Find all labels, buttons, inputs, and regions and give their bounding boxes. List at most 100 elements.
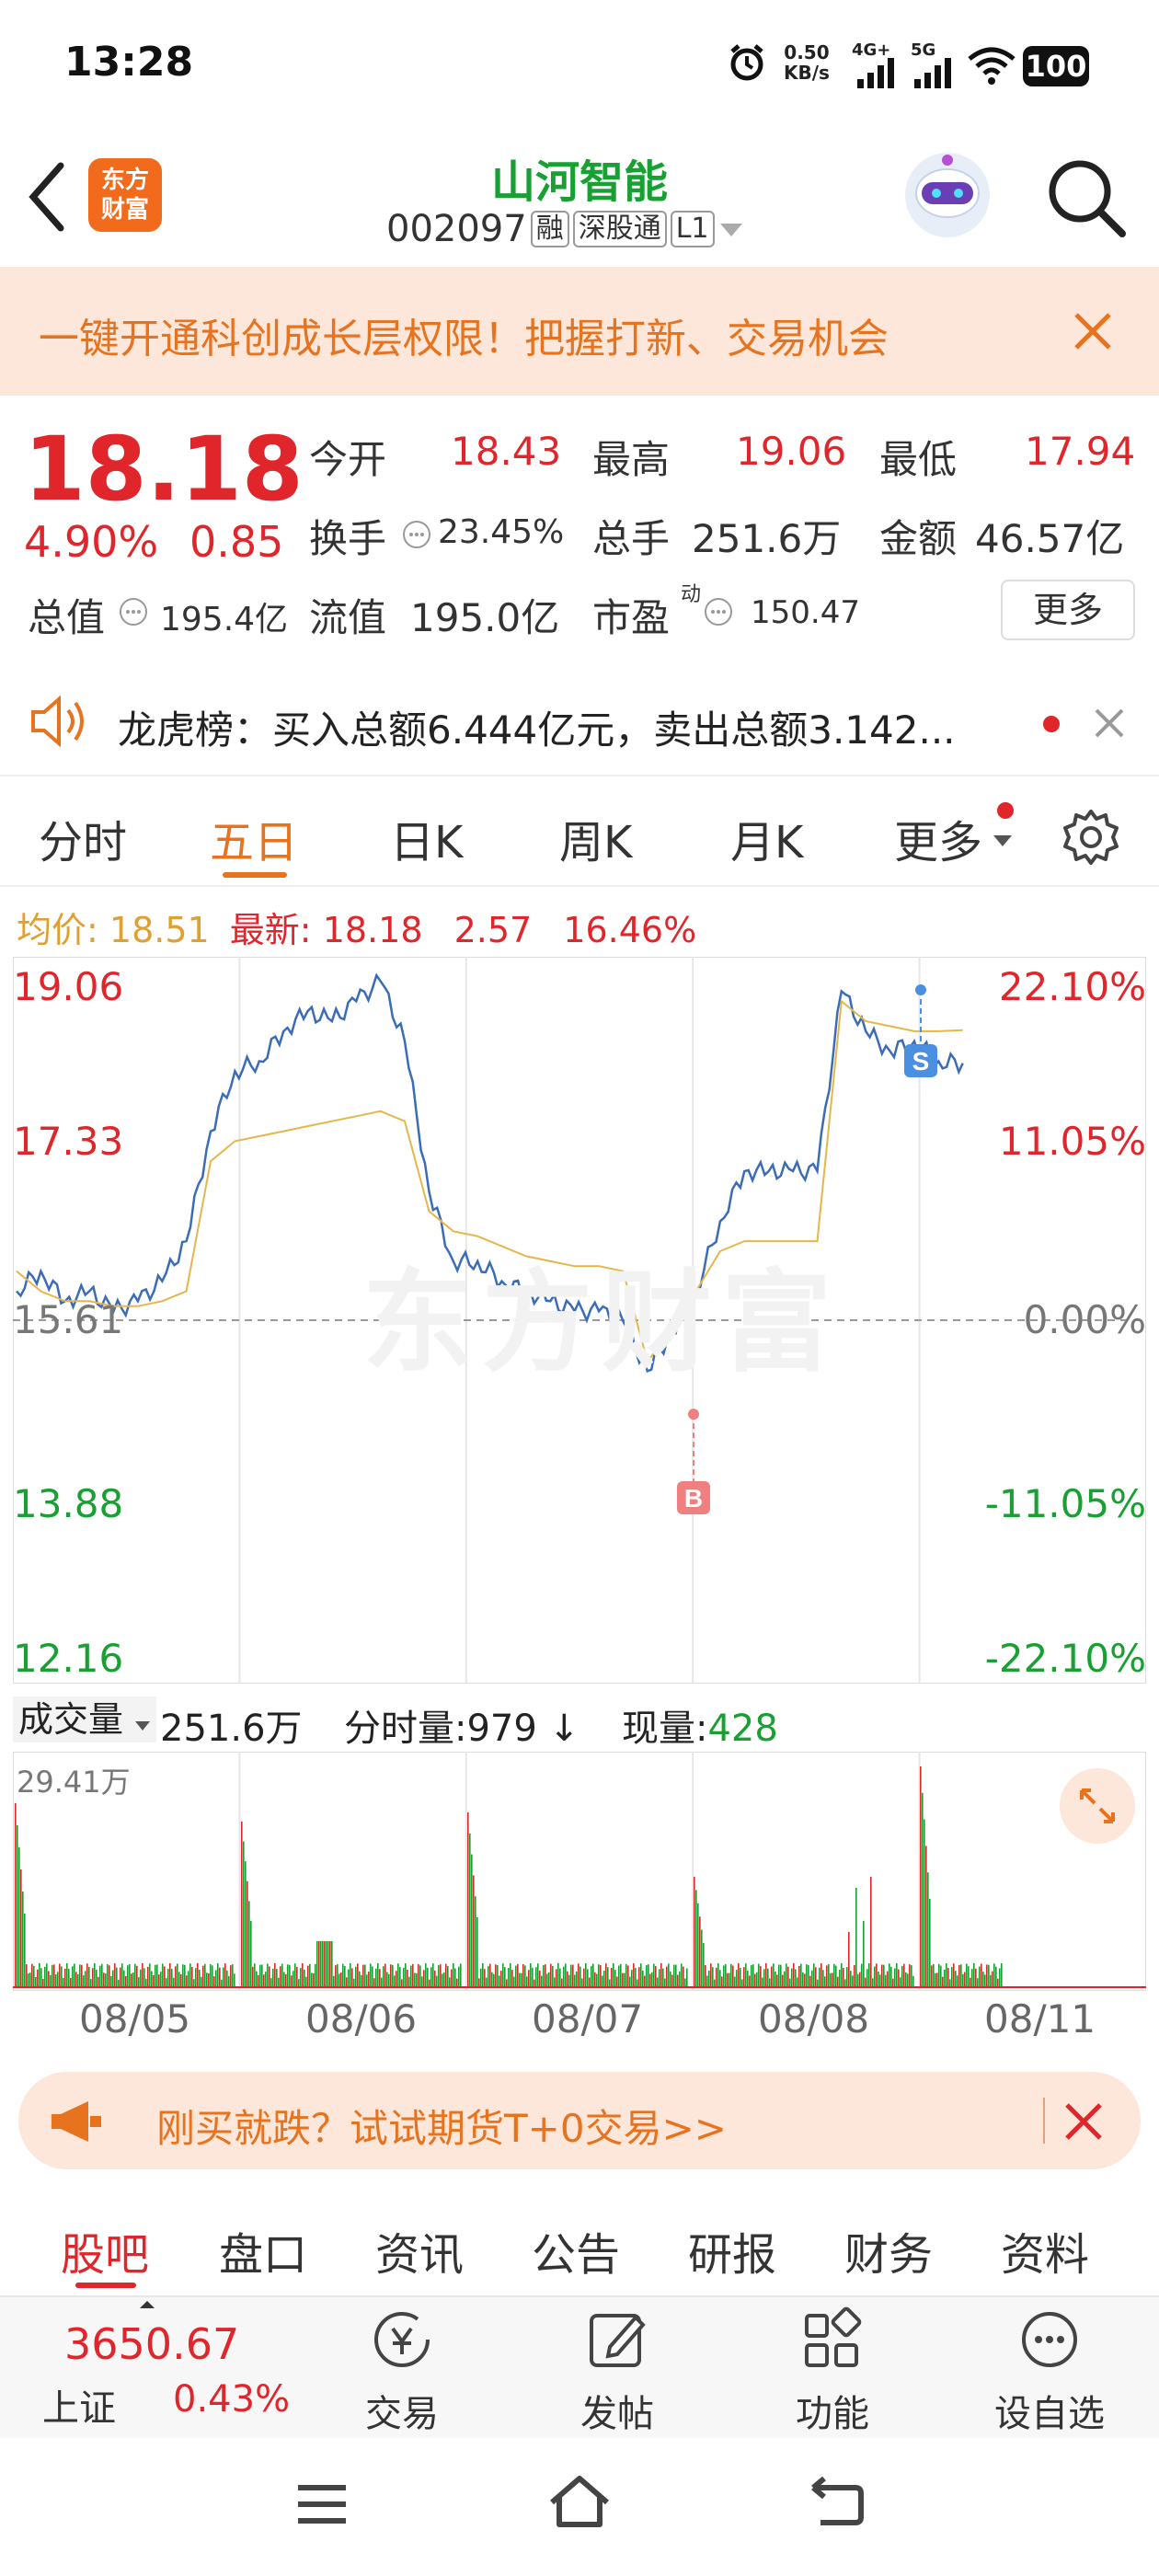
search-icon[interactable] — [1045, 156, 1128, 239]
function-button[interactable]: 功能 — [763, 2305, 901, 2437]
volume-select[interactable]: 成交量 — [13, 1696, 157, 1742]
volume-bar — [896, 1963, 898, 1987]
volume-chart[interactable]: 29.41万 — [13, 1752, 1146, 1991]
home-icon[interactable] — [546, 2471, 613, 2532]
volume-bar — [199, 1969, 201, 1987]
trade-button[interactable]: 交易 — [333, 2305, 471, 2437]
close-icon[interactable] — [1073, 311, 1113, 351]
volume-bar — [425, 1963, 427, 1987]
volume-bar — [778, 1964, 780, 1987]
close-icon[interactable] — [1063, 2101, 1104, 2142]
volume-bar — [745, 1963, 747, 1987]
last-label: 最新: — [229, 910, 312, 950]
post-button[interactable]: 发帖 — [548, 2305, 686, 2437]
volume-bar — [909, 1964, 911, 1987]
tab-news[interactable]: 资讯 — [375, 2218, 464, 2283]
dragon-tiger-notice[interactable]: 龙虎榜：买入总额6.444亿元，卖出总额3.142... — [0, 672, 1159, 773]
robot-assistant-icon[interactable] — [901, 149, 993, 241]
tab-announcements[interactable]: 公告 — [532, 2218, 620, 2283]
volume-bar — [158, 1974, 160, 1987]
settings-gear-icon[interactable] — [1061, 808, 1120, 867]
volume-bar — [118, 1979, 120, 1987]
pe-label: 市盈 — [592, 595, 671, 640]
tab-weekly-k[interactable]: 周K — [559, 806, 632, 870]
index-value[interactable]: 3650.67 — [64, 2319, 239, 2369]
volume-bar — [859, 1972, 861, 1987]
volume-bar — [44, 1966, 46, 1987]
volume-bar — [826, 1965, 828, 1987]
volume-bar — [717, 1963, 719, 1987]
volume-bar — [981, 1963, 982, 1987]
tab-orderbook[interactable]: 盘口 — [219, 2218, 307, 2283]
volume-bar — [732, 1965, 734, 1987]
tab-monthly-k[interactable]: 月K — [730, 806, 803, 870]
tab-more[interactable]: 更多 — [894, 806, 982, 870]
tab-forum[interactable]: 股吧 — [61, 2218, 149, 2283]
amount-label: 金额 — [879, 516, 958, 561]
volume-bar — [743, 1967, 745, 1987]
tab-intraday[interactable]: 分时 — [39, 806, 127, 870]
volume-bar — [684, 1978, 686, 1987]
volume-bar — [922, 1792, 924, 1987]
tab-finance[interactable]: 财务 — [844, 2218, 933, 2283]
volume-bar — [184, 1964, 186, 1987]
volume-bar — [738, 1963, 740, 1987]
volume-bar — [357, 1963, 359, 1987]
volume-bar — [668, 1963, 670, 1987]
volume-bar — [835, 1965, 837, 1987]
close-icon[interactable] — [1093, 707, 1126, 740]
volume-bar — [971, 1969, 973, 1987]
add-watchlist-button[interactable]: 设自选 — [981, 2305, 1119, 2437]
change-pct-value: 16.46% — [563, 910, 697, 950]
volume-bar — [438, 1965, 440, 1987]
promo-banner[interactable]: 一键开通科创成长层权限！把握打新、交易机会 — [0, 267, 1159, 396]
info-icon[interactable] — [401, 519, 432, 550]
volume-bar — [261, 1964, 263, 1987]
volume-bar — [664, 1978, 666, 1987]
volume-chart-svg — [13, 1752, 1146, 1991]
index-pct[interactable]: 0.43% — [173, 2378, 290, 2421]
volume-bar — [580, 1966, 581, 1987]
volume-bar — [320, 1941, 322, 1987]
volume-bar — [232, 1964, 234, 1987]
volume-bar — [804, 1973, 806, 1987]
volume-bar — [458, 1966, 460, 1987]
volume-bar — [212, 1965, 213, 1987]
volume-bar — [469, 1833, 471, 1987]
index-name[interactable]: 上证 — [42, 2378, 116, 2432]
tab-profile[interactable]: 资料 — [1001, 2218, 1089, 2283]
volume-bar — [421, 1976, 423, 1987]
tab-research[interactable]: 研报 — [688, 2218, 776, 2283]
volume-bar — [361, 1974, 362, 1987]
volume-bar — [326, 1941, 327, 1987]
more-button[interactable]: 更多 — [1001, 580, 1135, 640]
volume-bar — [808, 1965, 809, 1987]
volume-bar — [88, 1966, 90, 1987]
volume-bar — [322, 1941, 324, 1987]
volume-bar — [872, 1978, 874, 1987]
volume-label: 成交量 — [18, 1699, 124, 1740]
five-day-chart[interactable]: B S 东方财富 19.06 17.33 15.61 13.88 12.16 22… — [13, 957, 1146, 1684]
pe-value: 150.47 — [751, 594, 860, 631]
tab-daily-k[interactable]: 日K — [390, 806, 463, 870]
tab-five-day[interactable]: 五日 — [210, 806, 298, 870]
volume-bar — [59, 1963, 61, 1987]
back-nav-icon[interactable] — [808, 2475, 866, 2530]
divider — [0, 885, 1159, 887]
volume-bar — [250, 1921, 252, 1987]
volume-bar — [94, 1963, 96, 1987]
volume-bar — [730, 1963, 732, 1987]
volume-bar — [637, 1979, 638, 1987]
menu-icon[interactable] — [293, 2478, 351, 2530]
volume-bar — [85, 1971, 86, 1987]
info-icon[interactable] — [703, 596, 734, 627]
volume-bar — [17, 1825, 18, 1987]
info-icon[interactable] — [118, 596, 149, 627]
volume-bar — [822, 1970, 824, 1987]
volume-bar — [178, 1972, 180, 1987]
expand-button[interactable] — [1060, 1768, 1135, 1844]
futures-banner[interactable]: 刚买就跌？试试期货T+0交易>> — [18, 2072, 1141, 2169]
volume-bar — [379, 1969, 381, 1987]
stock-code-line[interactable]: 002097 融 深股通 L1 — [386, 208, 744, 250]
volume-bar — [223, 1967, 224, 1987]
